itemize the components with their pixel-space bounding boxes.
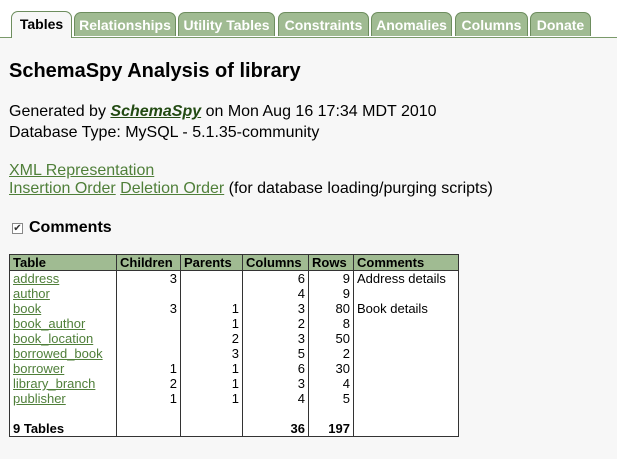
table-link-book[interactable]: book [13,301,41,316]
table-link-borrowed-book[interactable]: borrowed_book [13,346,103,361]
cell-parents [180,270,243,286]
tab-anomalies[interactable]: Anomalies [371,12,452,36]
cell-children: 1 [116,361,181,376]
table-row: author 4 9 [9,286,459,301]
cell-comment [353,391,459,406]
header-children[interactable]: Children [116,254,181,271]
cell-comment [353,331,459,346]
cell-children [116,316,181,331]
cell-parents: 1 [180,316,243,331]
cell-parents [180,286,243,301]
cell-children [116,331,181,346]
deletion-order-link[interactable]: Deletion Order [120,180,224,197]
database-type: Database Type: MySQL - 5.1.35-community [9,124,320,141]
cell-children [116,286,181,301]
generated-line: Generated by SchemaSpy on Mon Aug 16 17:… [9,103,437,121]
cell-columns: 2 [242,316,309,331]
cell-parents: 1 [180,391,243,406]
cell-rows: 80 [308,301,354,316]
cell-comment: Book details [353,301,459,316]
table-link-book-author[interactable]: book_author [13,316,85,331]
cell-comment [353,376,459,391]
order-note: (for database loading/purging scripts) [224,180,493,197]
cell-columns: 6 [242,361,309,376]
cell-comment [353,316,459,331]
table-row: book_location 2 3 50 [9,331,459,346]
cell-children: 1 [116,391,181,406]
cell-columns: 6 [242,270,309,286]
schemaspy-link[interactable]: SchemaSpy [110,103,201,120]
header-rows[interactable]: Rows [308,254,354,271]
header-columns[interactable]: Columns [242,254,309,271]
cell-parents: 1 [180,301,243,316]
table-spacer-row [9,406,459,421]
order-line: Insertion Order Deletion Order (for data… [9,180,493,198]
footer-rows-total: 197 [308,421,354,437]
header-table[interactable]: Table [9,254,117,271]
cell-comment [353,361,459,376]
xml-line: XML Representation [9,162,154,180]
table-link-borrower[interactable]: borrower [13,361,64,376]
cell-columns: 3 [242,376,309,391]
cell-columns: 4 [242,391,309,406]
cell-columns: 5 [242,346,309,361]
cell-children: 2 [116,376,181,391]
table-row: book_author 1 2 8 [9,316,459,331]
comments-checkbox[interactable]: ✔ [12,223,23,234]
cell-rows: 4 [308,376,354,391]
generated-prefix: Generated by [9,103,111,120]
cell-parents: 2 [180,331,243,346]
cell-columns: 4 [242,286,309,301]
cell-columns: 3 [242,331,309,346]
cell-rows: 9 [308,270,354,286]
cell-comment [353,346,459,361]
cell-parents: 1 [180,361,243,376]
cell-children [116,346,181,361]
table-link-address[interactable]: address [13,271,59,286]
tab-constraints[interactable]: Constraints [278,12,369,36]
footer-columns-total: 36 [242,421,309,437]
cell-rows: 8 [308,316,354,331]
table-row: borrowed_book 3 5 2 [9,346,459,361]
table-row: borrower 1 1 6 30 [9,361,459,376]
cell-columns: 3 [242,301,309,316]
page-title: SchemaSpy Analysis of library [9,60,301,82]
cell-comment [353,286,459,301]
header-parents[interactable]: Parents [180,254,243,271]
table-row: book 3 1 3 80 Book details [9,301,459,316]
table-row: address 3 6 9 Address details [9,270,459,286]
table-header-row: Table Children Parents Columns Rows Comm… [9,254,459,271]
comments-label: Comments [29,219,112,236]
insertion-order-link[interactable]: Insertion Order [9,180,116,197]
cell-rows: 50 [308,331,354,346]
cell-children: 3 [116,301,181,316]
generated-suffix: on Mon Aug 16 17:34 MDT 2010 [201,103,437,120]
cell-rows: 9 [308,286,354,301]
cell-rows: 2 [308,346,354,361]
cell-comment: Address details [353,270,459,286]
table-footer-row: 9 Tables 36 197 [9,421,459,437]
footer-label: 9 Tables [9,421,117,437]
xml-representation-link[interactable]: XML Representation [9,162,154,179]
cell-children: 3 [116,270,181,286]
table-link-library-branch[interactable]: library_branch [13,376,95,391]
tab-tables[interactable]: Tables [11,11,72,38]
cell-parents: 3 [180,346,243,361]
table-link-publisher[interactable]: publisher [13,391,66,406]
table-link-author[interactable]: author [13,286,50,301]
tab-relationships[interactable]: Relationships [74,12,176,36]
cell-rows: 30 [308,361,354,376]
cell-rows: 5 [308,391,354,406]
table-row: library_branch 2 1 3 4 [9,376,459,391]
header-comments[interactable]: Comments [353,254,459,271]
tab-utility-tables[interactable]: Utility Tables [178,12,275,36]
table-link-book-location[interactable]: book_location [13,331,93,346]
table-row: publisher 1 1 4 5 [9,391,459,406]
cell-parents: 1 [180,376,243,391]
tables-table: Table Children Parents Columns Rows Comm… [9,254,459,437]
tab-bar: Tables Relationships Utility Tables Cons… [0,0,617,38]
tab-columns[interactable]: Columns [455,12,528,36]
tab-donate[interactable]: Donate [530,12,591,36]
